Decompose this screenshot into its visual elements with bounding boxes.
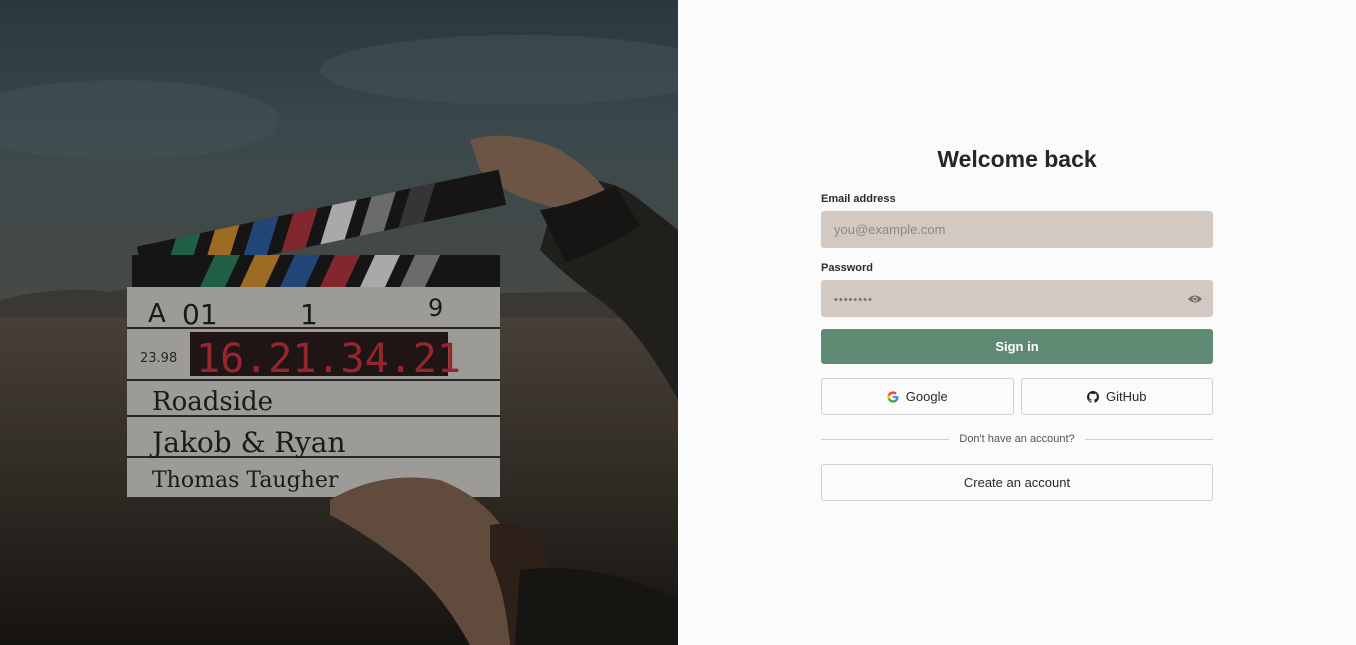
google-icon — [887, 390, 899, 403]
github-label: GitHub — [1106, 389, 1147, 404]
email-field[interactable] — [821, 211, 1213, 248]
password-field[interactable] — [821, 280, 1213, 317]
social-login-row: Google GitHub — [821, 378, 1213, 415]
password-label: Password — [821, 262, 873, 274]
email-label: Email address — [821, 193, 896, 205]
github-icon — [1087, 390, 1100, 403]
sign-in-button[interactable]: Sign in — [821, 329, 1213, 364]
page-title: Welcome back — [937, 146, 1097, 172]
signup-prompt: Don't have an account? — [959, 433, 1075, 445]
google-button[interactable]: Google — [821, 378, 1014, 415]
github-button[interactable]: GitHub — [1020, 378, 1213, 415]
divider-line-right — [1084, 438, 1213, 440]
signup-divider: Don't have an account? — [821, 432, 1213, 446]
google-label: Google — [905, 389, 948, 404]
hero-image: 16.21.34.21 A 01 1 9 23.98 Roadside Jako… — [0, 0, 678, 645]
login-form: Welcome back Email address Password Sign… — [821, 140, 1213, 501]
password-wrapper — [821, 280, 1213, 317]
divider-line-left — [821, 438, 950, 440]
create-account-button[interactable]: Create an account — [821, 464, 1213, 501]
login-panel: Welcome back Email address Password Sign… — [678, 0, 1356, 645]
clapperboard-photo: 16.21.34.21 A 01 1 9 23.98 Roadside Jako… — [0, 0, 678, 645]
eye-icon[interactable] — [1187, 291, 1203, 307]
